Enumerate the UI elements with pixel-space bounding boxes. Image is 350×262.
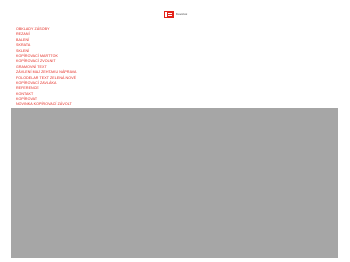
modal-backdrop[interactable] <box>11 108 338 258</box>
nav-menu: OBKLADY ZÁSOBY REZANÍ BALENÍ SKRATA SKLE… <box>16 27 76 108</box>
logo-mark-icon <box>164 10 174 18</box>
logo-text: Kovolux <box>176 12 188 16</box>
nav-item-9[interactable]: ZÁVLENÍ MAJ ZEHTAKU NÁPRAVA <box>16 70 76 75</box>
brand-logo[interactable]: Kovolux <box>164 10 187 18</box>
